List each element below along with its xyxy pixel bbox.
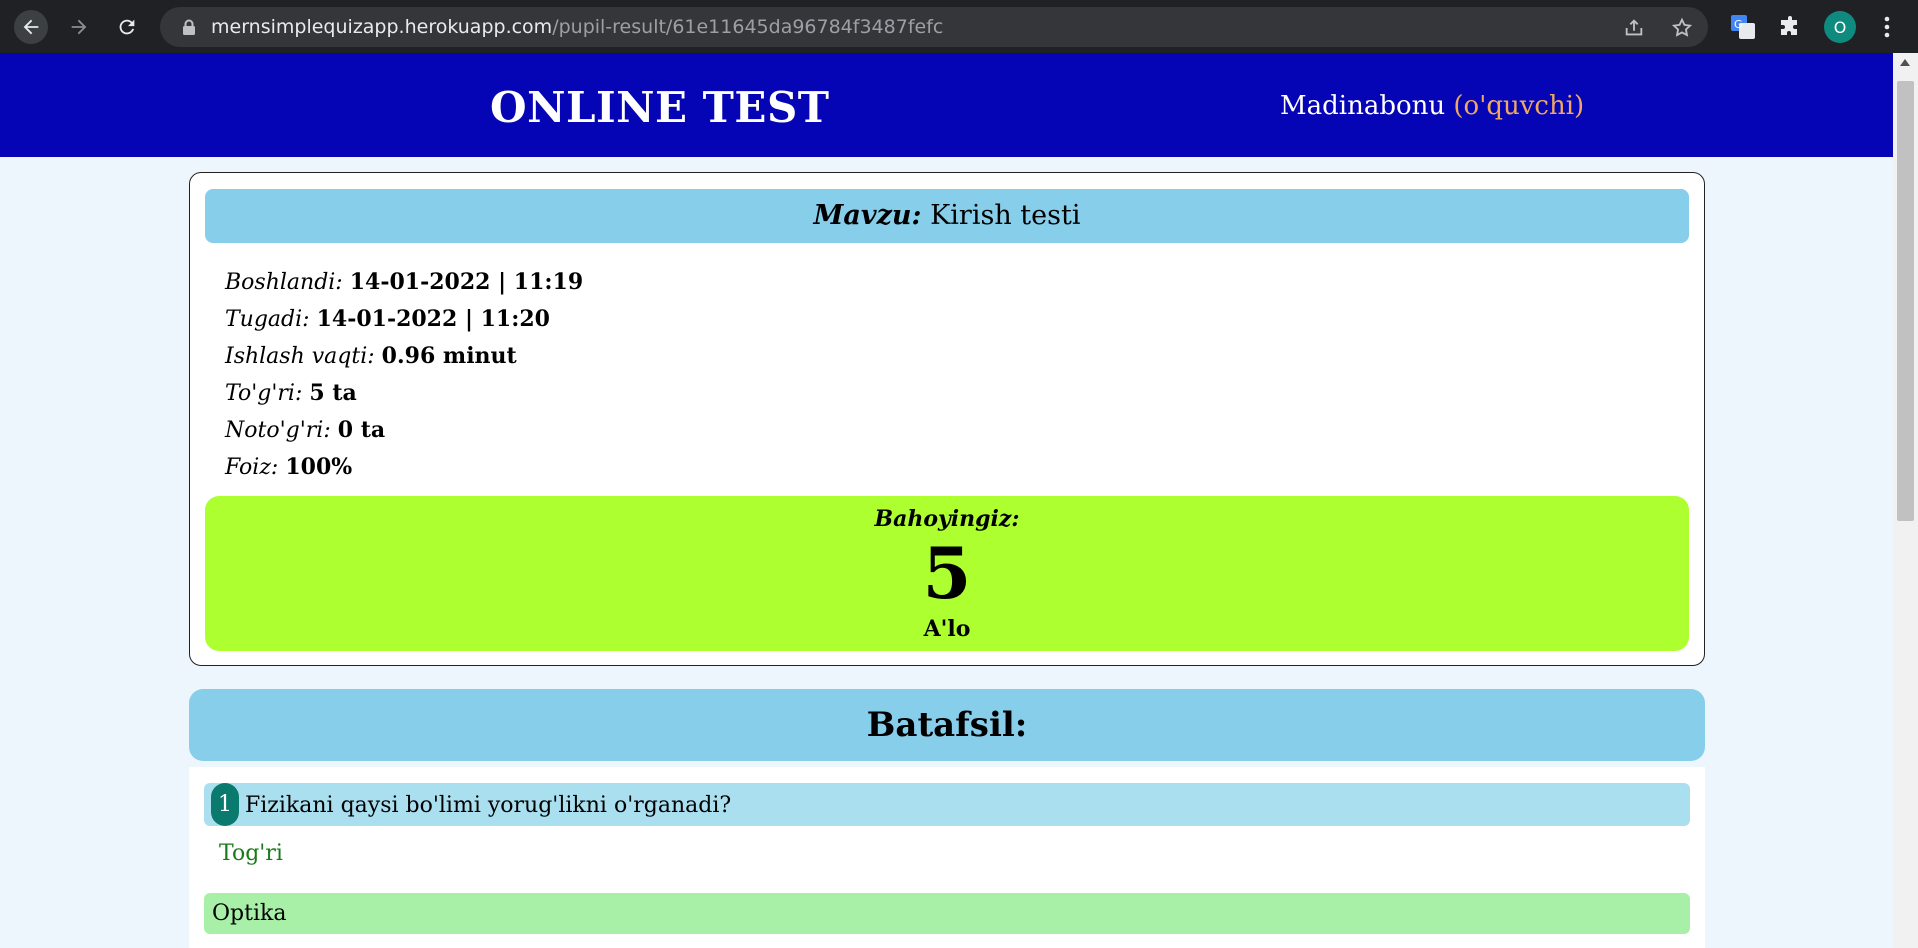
- question-text: Fizikani qaysi bo'limi yorug'likni o'rga…: [245, 793, 732, 818]
- forward-button[interactable]: [62, 10, 96, 44]
- extensions-button[interactable]: [1776, 13, 1804, 41]
- browser-menu-button[interactable]: [1873, 13, 1901, 41]
- user-name: Madinabonu: [1280, 91, 1446, 121]
- details-list: 1 Fizikani qaysi bo'limi yorug'likni o'r…: [189, 767, 1705, 948]
- scroll-thumb[interactable]: [1897, 81, 1914, 521]
- address-bar[interactable]: mernsimplequizapp.herokuapp.com/pupil-re…: [160, 7, 1708, 47]
- reload-icon: [119, 19, 135, 35]
- field-value: 0.96 minut: [381, 343, 517, 369]
- url-host: mernsimplequizapp.herokuapp.com: [211, 16, 553, 38]
- arrow-left-icon: [23, 19, 39, 35]
- url-path: /pupil-result/61e11645da96784f3487fefc: [552, 16, 944, 38]
- field-label: Noto'g'ri:: [225, 418, 331, 443]
- url-text: mernsimplequizapp.herokuapp.com/pupil-re…: [211, 16, 943, 38]
- translate-icon: G: [1731, 15, 1755, 39]
- star-icon[interactable]: [1671, 17, 1693, 39]
- answer-status: Tog'ri: [219, 841, 283, 866]
- question-number-badge: 1: [211, 783, 239, 826]
- answer-text: Optika: [212, 901, 287, 926]
- browser-toolbar: mernsimplequizapp.herokuapp.com/pupil-re…: [0, 0, 1918, 53]
- profile-avatar[interactable]: O: [1824, 11, 1856, 43]
- more-vertical-icon: [1884, 16, 1890, 38]
- question-row: 1 Fizikani qaysi bo'limi yorug'likni o'r…: [204, 783, 1690, 826]
- incorrect-count-row: Noto'g'ri: 0 ta: [225, 417, 385, 443]
- grade-value: 5: [922, 532, 972, 615]
- field-value: 100%: [285, 454, 353, 480]
- translate-extension-icon[interactable]: G: [1729, 13, 1757, 41]
- grade-label: Bahoyingiz:: [874, 506, 1020, 532]
- share-icon[interactable]: [1623, 17, 1645, 39]
- app-title: ONLINE TEST: [490, 83, 830, 132]
- field-label: Ishlash vaqti:: [225, 344, 375, 369]
- start-time-row: Boshlandi: 14-01-2022 | 11:19: [225, 269, 583, 295]
- back-button[interactable]: [14, 10, 48, 44]
- details-heading: Batafsil:: [189, 689, 1705, 761]
- field-value: 5 ta: [309, 380, 357, 406]
- grade-text: A'lo: [923, 616, 971, 642]
- field-label: To'g'ri:: [225, 381, 303, 406]
- topic-banner: Mavzu: Kirish testi: [205, 189, 1689, 243]
- reload-button[interactable]: [110, 10, 144, 44]
- page-scrollbar[interactable]: [1893, 53, 1918, 948]
- field-label: Boshlandi:: [225, 270, 343, 295]
- result-card: Mavzu: Kirish testi Boshlandi: 14-01-202…: [189, 172, 1705, 666]
- field-value: 14-01-2022 | 11:20: [316, 306, 550, 332]
- field-value: 14-01-2022 | 11:19: [349, 269, 584, 295]
- user-role: (o'quvchi): [1453, 91, 1585, 121]
- arrow-right-icon: [71, 19, 87, 35]
- duration-row: Ishlash vaqti: 0.96 minut: [225, 343, 517, 369]
- lock-icon: [183, 19, 195, 35]
- end-time-row: Tugadi: 14-01-2022 | 11:20: [225, 306, 550, 332]
- svg-text:G: G: [1734, 18, 1743, 31]
- topic-label: Mavzu:: [813, 200, 922, 231]
- user-info: Madinabonu (o'quvchi): [1280, 91, 1584, 121]
- percent-row: Foiz: 100%: [225, 454, 352, 480]
- field-value: 0 ta: [337, 417, 386, 443]
- scroll-up-arrow[interactable]: [1900, 59, 1910, 66]
- app-header: ONLINE TEST Madinabonu (o'quvchi): [0, 53, 1893, 157]
- field-label: Foiz:: [225, 455, 279, 480]
- topic-value: Kirish testi: [930, 200, 1081, 231]
- field-label: Tugadi:: [225, 307, 310, 332]
- puzzle-icon: [1781, 16, 1797, 35]
- grade-box: Bahoyingiz: 5 A'lo: [205, 496, 1689, 651]
- answer-option: Optika: [204, 893, 1690, 934]
- correct-count-row: To'g'ri: 5 ta: [225, 380, 357, 406]
